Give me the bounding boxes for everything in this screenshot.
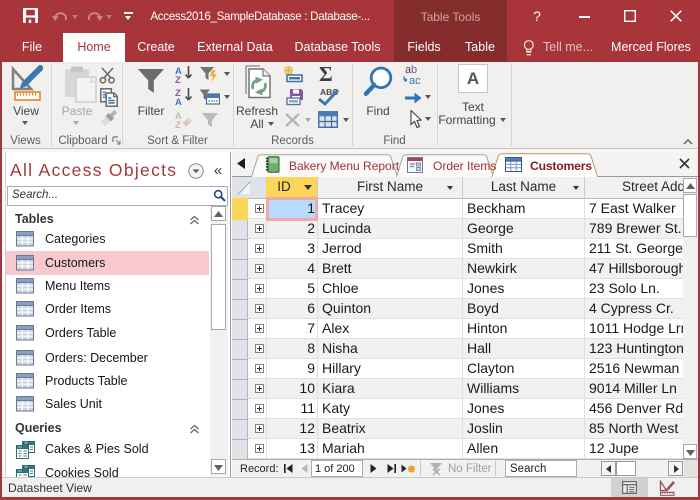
svg-text:Z: Z (175, 75, 181, 83)
svg-text:ac: ac (409, 75, 421, 86)
svg-text:A: A (175, 97, 182, 105)
svg-text:Z: Z (175, 120, 181, 128)
